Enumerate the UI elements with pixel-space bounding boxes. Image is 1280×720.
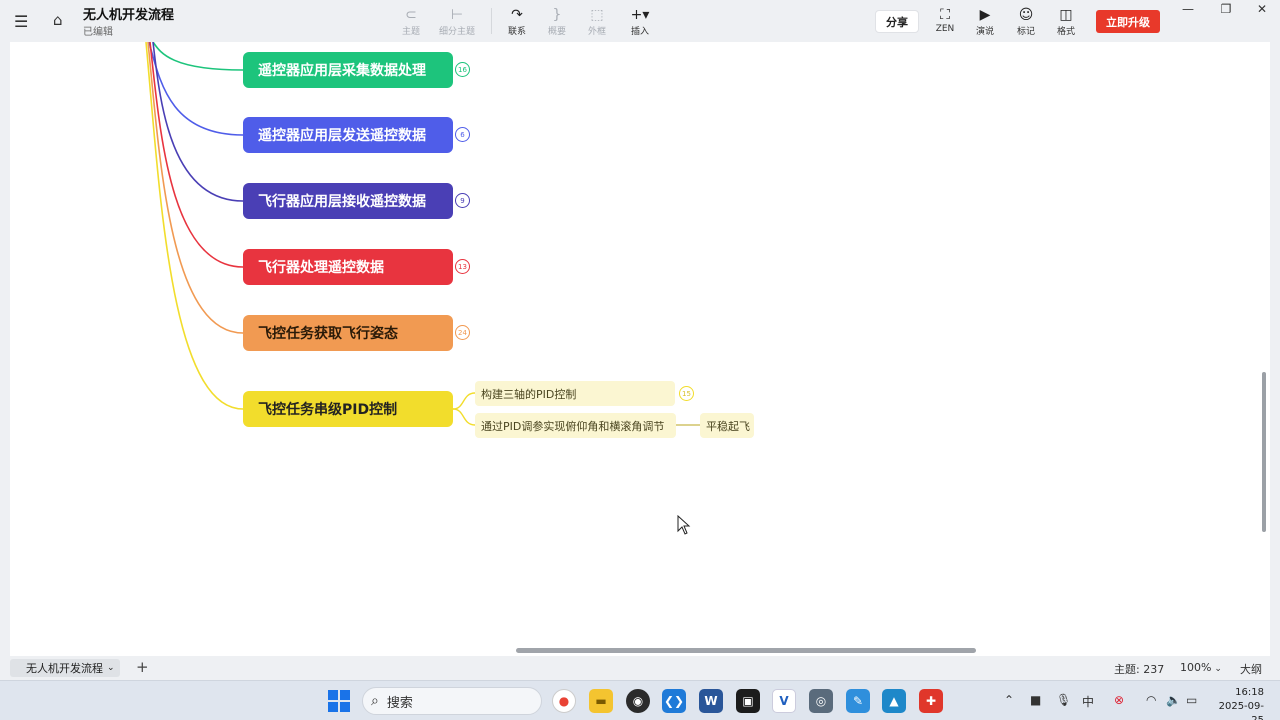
menu-icon[interactable]: ☰ — [14, 12, 28, 31]
word-icon[interactable]: W — [699, 689, 723, 713]
windows-taskbar: ⌕ 搜索 ● ▬ ◉ ❮❯ W ▣ V ◎ ✎ ▲ ✚ ⌃ ■ 🎙 中 ⊗ ◠ … — [0, 680, 1280, 720]
close-icon[interactable]: ✕ — [1252, 2, 1272, 16]
battery-icon[interactable]: ▭ — [1186, 693, 1197, 707]
format-button-label: 格式 — [1056, 27, 1075, 37]
zoom-level-value: 100% — [1180, 661, 1212, 674]
topic-count-status: 主题: 237 — [1114, 663, 1165, 676]
clock-time: 16:18 — [1235, 687, 1264, 698]
marker-button[interactable]: ☺ 标记 — [1013, 7, 1039, 37]
app-icon[interactable]: ▣ — [736, 689, 760, 713]
pitch-button[interactable]: ▶ 演说 — [972, 7, 998, 37]
topic-count-badge[interactable]: 6 — [455, 127, 470, 142]
taskbar-search[interactable]: ⌕ 搜索 — [362, 687, 542, 715]
vscode-icon[interactable]: ❮❯ — [662, 689, 686, 713]
taskbar-clock[interactable]: 16:18 2025-09-25 — [1212, 686, 1264, 720]
boundary-button-label: 外框 — [587, 27, 606, 37]
format-icon: ◫ — [1059, 7, 1073, 23]
insert-button-label: 插入 — [630, 27, 649, 37]
home-icon[interactable]: ⌂ — [53, 11, 63, 29]
add-sheet-icon[interactable]: + — [136, 658, 149, 676]
subtopic-button-label: 细分主题 — [438, 27, 475, 37]
zen-icon: ⛶ — [940, 7, 950, 23]
topic-icon: ⊂ — [405, 7, 417, 23]
relationship-icon: ↷ — [511, 7, 523, 23]
toolbar-divider — [491, 8, 492, 34]
mouse-cursor-icon — [677, 515, 691, 535]
windows-start-icon[interactable] — [328, 690, 350, 712]
chevron-up-icon[interactable]: ⌃ — [1004, 693, 1014, 707]
subtopic-icon: ⊢ — [450, 7, 464, 23]
search-icon: ⌕ — [371, 693, 379, 709]
marker-icon: ☺ — [1018, 7, 1034, 23]
topic-count-badge[interactable]: 13 — [455, 259, 470, 274]
camera-icon[interactable]: ◎ — [809, 689, 833, 713]
antivirus-icon[interactable]: ⊗ — [1114, 693, 1124, 707]
share-button[interactable]: 分享 — [875, 10, 919, 33]
taskbar-search-placeholder: 搜索 — [386, 695, 413, 711]
file-explorer-icon[interactable]: ▬ — [589, 689, 613, 713]
restore-icon[interactable]: ❐ — [1216, 2, 1236, 16]
tray-app-icon[interactable]: ■ — [1030, 693, 1041, 707]
topic-node[interactable]: 遥控器应用层采集数据处理 — [243, 52, 453, 88]
vertical-scrollbar[interactable] — [1262, 372, 1266, 532]
editor-icon[interactable]: ✎ — [846, 689, 870, 713]
insert-icon: +▾ — [630, 7, 650, 23]
topic-count-badge[interactable]: 16 — [455, 62, 470, 77]
input-method-icon[interactable]: 中 — [1082, 693, 1094, 710]
v-app-icon[interactable]: V — [772, 689, 796, 713]
document-status: 已编辑 — [83, 27, 113, 38]
xmind-icon[interactable]: ✚ — [919, 689, 943, 713]
pitch-button-label: 演说 — [975, 27, 994, 37]
insert-button[interactable]: +▾ 插入 — [624, 7, 656, 37]
sheet-bar: 无人机开发流程 ⌄ + 主题: 237 100% ⌄ 大纲 — [0, 656, 1280, 680]
chevron-down-icon: ⌄ — [107, 663, 115, 673]
topic-button[interactable]: ⊂ 主题 — [398, 7, 424, 37]
subtopic-count-badge[interactable]: 15 — [679, 386, 694, 401]
topic-node-selected[interactable]: 飞控任务串级PID控制 — [243, 391, 453, 427]
horizontal-scrollbar[interactable] — [516, 648, 976, 653]
topic-count-badge[interactable]: 24 — [455, 325, 470, 340]
relationship-button[interactable]: ↷ 联系 — [504, 7, 530, 37]
subtopic-node[interactable]: 通过PID调参实现俯仰角和横滚角调节 — [475, 413, 676, 438]
sheet-tab-active[interactable]: 无人机开发流程 ⌄ — [10, 659, 120, 677]
upgrade-button[interactable]: 立即升级 — [1096, 10, 1160, 33]
zen-button-label: ZEN — [935, 24, 955, 34]
speaker-icon[interactable]: 🔈 — [1166, 693, 1181, 707]
topic-count-badge[interactable]: 9 — [455, 193, 470, 208]
chevron-down-icon: ⌄ — [1211, 664, 1222, 674]
outline-button[interactable]: 大纲 — [1240, 661, 1262, 677]
microphone-icon[interactable]: 🎙 — [1056, 693, 1071, 707]
boundary-button[interactable]: ⬚ 外框 — [584, 7, 610, 37]
minimize-icon[interactable]: — — [1178, 2, 1198, 16]
chrome-icon[interactable]: ● — [552, 689, 576, 713]
format-button[interactable]: ◫ 格式 — [1053, 7, 1079, 37]
boundary-icon: ⬚ — [590, 7, 604, 23]
pitch-icon: ▶ — [979, 7, 991, 23]
clock-date: 2025-09-25 — [1218, 701, 1264, 720]
topic-node[interactable]: 飞行器应用层接收遥控数据 — [243, 183, 453, 219]
title-bar: ☰ ⌂ 无人机开发流程 已编辑 ⊂ 主题 ⊢ 细分主题 ↷ 联系 } 概要 ⬚ … — [0, 0, 1280, 42]
zoom-level[interactable]: 100% ⌄ — [1180, 661, 1222, 674]
summary-button-label: 概要 — [547, 27, 566, 37]
summary-button[interactable]: } 概要 — [544, 7, 570, 37]
sheet-tab-label: 无人机开发流程 — [26, 662, 103, 675]
marker-button-label: 标记 — [1016, 27, 1035, 37]
subtopic-node[interactable]: 构建三轴的PID控制 — [475, 381, 675, 406]
topic-node[interactable]: 遥控器应用层发送遥控数据 — [243, 117, 453, 153]
branch-connectors — [145, 42, 700, 426]
topic-node[interactable]: 飞控任务获取飞行姿态 — [243, 315, 453, 351]
mindmap-canvas[interactable]: 遥控器应用层采集数据处理 16 遥控器应用层发送遥控数据 6 飞行器应用层接收遥… — [10, 42, 1270, 656]
topic-button-label: 主题 — [401, 27, 420, 37]
document-title[interactable]: 无人机开发流程 — [83, 4, 174, 23]
zen-button[interactable]: ⛶ ZEN — [932, 7, 958, 34]
obs-icon[interactable]: ◉ — [626, 689, 650, 713]
leaf-node[interactable]: 平稳起飞 — [700, 413, 754, 438]
summary-icon: } — [552, 7, 562, 23]
topic-node[interactable]: 飞行器处理遥控数据 — [243, 249, 453, 285]
wifi-icon[interactable]: ◠ — [1146, 693, 1156, 707]
photos-icon[interactable]: ▲ — [882, 689, 906, 713]
relationship-button-label: 联系 — [507, 27, 526, 37]
subtopic-button[interactable]: ⊢ 细分主题 — [435, 7, 479, 37]
